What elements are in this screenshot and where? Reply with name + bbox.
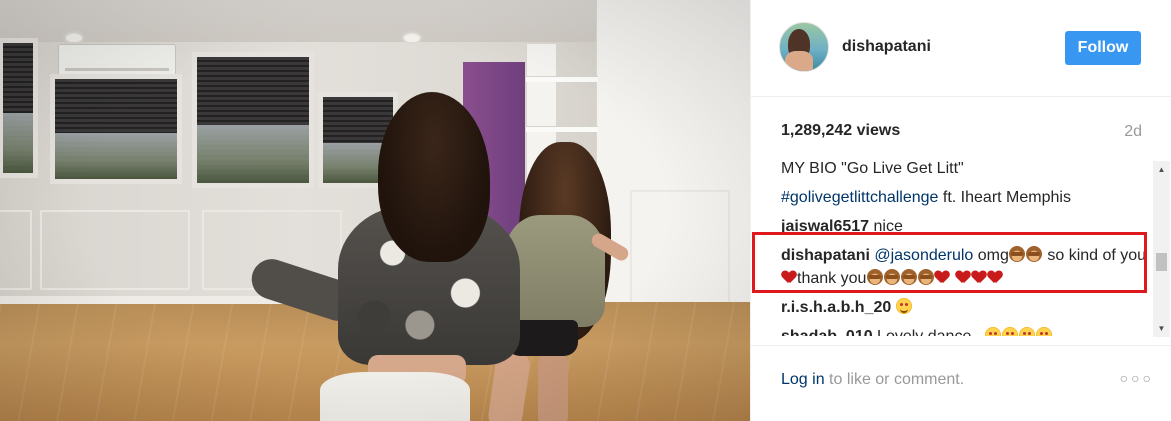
smile-emoji-icon bbox=[896, 298, 913, 314]
post-stats: 1,289,242 views 2d bbox=[751, 122, 1171, 146]
ceiling-light bbox=[66, 34, 82, 42]
monkey-emoji-icon bbox=[883, 269, 900, 285]
comment-item: r.i.s.h.a.b.h_20 bbox=[781, 296, 1151, 319]
monkey-emoji-icon bbox=[866, 269, 883, 285]
video-window bbox=[192, 52, 314, 188]
heart-emoji-icon bbox=[935, 270, 949, 284]
dancer-leg bbox=[538, 350, 568, 421]
monkey-emoji-icon bbox=[1026, 246, 1043, 262]
monkey-emoji-icon bbox=[917, 269, 934, 285]
comment-username[interactable]: dishapatani bbox=[781, 247, 870, 264]
comment-item: MY BIO "Go Live Get Litt" bbox=[781, 160, 1151, 180]
smile-emoji-icon bbox=[1019, 327, 1036, 336]
comments-scrollbar[interactable]: ▲ ▼ bbox=[1153, 161, 1170, 337]
comments-list: MY BIO "Go Live Get Litt" #golivegetlittc… bbox=[781, 160, 1151, 336]
dancer-jeans bbox=[320, 372, 470, 421]
comment-text: thank you bbox=[797, 270, 867, 287]
scroll-down-arrow-icon[interactable]: ▼ bbox=[1153, 320, 1170, 337]
monkey-emoji-icon bbox=[1009, 246, 1026, 262]
video-window bbox=[0, 38, 38, 178]
shelf bbox=[526, 126, 598, 132]
login-link[interactable]: Log in bbox=[781, 371, 825, 388]
post-age[interactable]: 2d bbox=[1124, 123, 1142, 141]
mention-link[interactable]: @jasonderulo bbox=[874, 247, 973, 264]
heart-emoji-icon bbox=[782, 270, 796, 284]
post-footer: Log in to like or comment. ○○○ bbox=[751, 345, 1171, 421]
comments-section[interactable]: MY BIO "Go Live Get Litt" #golivegetlittc… bbox=[781, 160, 1151, 336]
comment-text: MY BIO "Go Live Get Litt" bbox=[781, 160, 964, 177]
view-count: 1,289,242 views bbox=[781, 122, 901, 139]
comment-item: #golivegetlittchallenge ft. Iheart Memph… bbox=[781, 186, 1151, 209]
air-conditioner bbox=[58, 44, 176, 76]
monkey-emoji-icon bbox=[900, 269, 917, 285]
heart-emoji-icon bbox=[956, 270, 970, 284]
comment-item: shadab_010 Lovely dance.. bbox=[781, 325, 1151, 336]
hashtag-link[interactable]: #golivegetlittchallenge bbox=[781, 189, 938, 206]
video-window bbox=[50, 74, 182, 184]
smile-emoji-icon bbox=[985, 327, 1002, 336]
post-video[interactable] bbox=[0, 0, 750, 421]
dancer-hair bbox=[378, 92, 490, 262]
comment-item: dishapatani @jasonderulo omg so kind of … bbox=[781, 244, 1151, 290]
comment-text: ft. Iheart Memphis bbox=[938, 189, 1071, 206]
comment-text: Lovely dance.. bbox=[873, 328, 985, 336]
heart-emoji-icon bbox=[988, 270, 1002, 284]
more-options-icon[interactable]: ○○○ bbox=[1120, 370, 1154, 386]
comment-text: so kind of you bbox=[1042, 247, 1147, 264]
comment-item: jaiswal6517 nice bbox=[781, 215, 1151, 238]
comment-username[interactable]: jaiswal6517 bbox=[781, 218, 869, 235]
post-info-panel: dishapatani Follow 1,289,242 views 2d MY… bbox=[750, 0, 1171, 421]
comment-text bbox=[891, 299, 895, 316]
avatar[interactable] bbox=[779, 22, 829, 72]
post-header: dishapatani Follow bbox=[751, 0, 1171, 97]
comment-username[interactable]: r.i.s.h.a.b.h_20 bbox=[781, 299, 891, 316]
login-prompt-text: to like or comment. bbox=[824, 371, 965, 388]
follow-button[interactable]: Follow bbox=[1065, 31, 1141, 65]
login-prompt: Log in to like or comment. bbox=[781, 371, 964, 389]
dancer-top bbox=[505, 215, 605, 327]
scrollbar-thumb[interactable] bbox=[1156, 253, 1167, 271]
comment-text: nice bbox=[869, 218, 903, 235]
wall-panel bbox=[40, 210, 190, 290]
ceiling-light bbox=[404, 34, 420, 42]
comment-text: omg bbox=[973, 247, 1009, 264]
smile-emoji-icon bbox=[1036, 327, 1053, 336]
scroll-up-arrow-icon[interactable]: ▲ bbox=[1153, 161, 1170, 178]
shelf bbox=[526, 76, 598, 82]
heart-emoji-icon bbox=[972, 270, 986, 284]
post-username[interactable]: dishapatani bbox=[842, 38, 931, 56]
smile-emoji-icon bbox=[1002, 327, 1019, 336]
comment-username[interactable]: shadab_010 bbox=[781, 328, 873, 336]
wall-panel bbox=[0, 210, 32, 290]
